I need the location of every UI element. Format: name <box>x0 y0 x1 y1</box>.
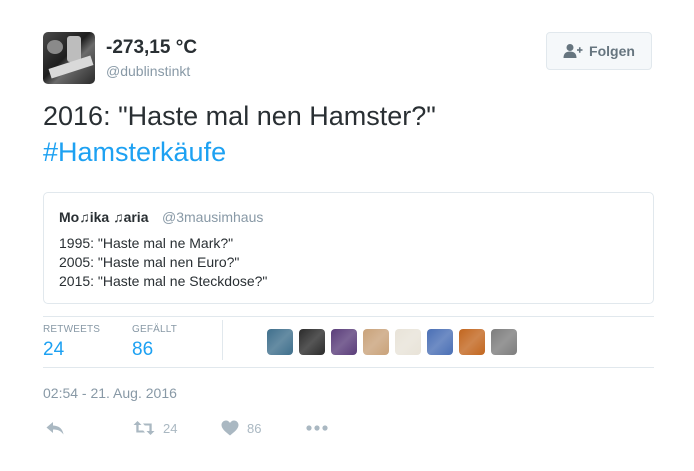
retweet-button[interactable]: 24 <box>133 418 177 438</box>
add-user-icon <box>563 43 583 59</box>
follow-button[interactable]: Folgen <box>546 32 652 70</box>
liker-avatar[interactable] <box>299 329 325 355</box>
author-avatar[interactable] <box>43 32 95 84</box>
tweet-timestamp[interactable]: 02:54 - 21. Aug. 2016 <box>43 385 177 401</box>
retweets-stat[interactable]: RETWEETS 24 <box>43 324 100 361</box>
quoted-text-line: 2015: "Haste mal ne Steckdose?" <box>59 273 268 289</box>
liker-avatar[interactable] <box>331 329 357 355</box>
likes-label: GEFÄLLT <box>132 324 178 335</box>
more-icon <box>306 425 328 431</box>
retweet-count: 24 <box>163 420 178 436</box>
stats-bottom-divider <box>43 367 654 368</box>
liker-avatar[interactable] <box>395 329 421 355</box>
quoted-text-line: 1995: "Haste mal ne Mark?" <box>59 235 234 251</box>
author-screen-name[interactable]: @dublinstinkt <box>106 63 190 79</box>
quoted-tweet[interactable]: Mo♫ika ♫aria @3mausimhaus 1995: "Haste m… <box>43 192 654 304</box>
hashtag-link[interactable]: #Hamsterkäufe <box>43 137 226 168</box>
quoted-author-handle: @3mausimhaus <box>162 209 264 225</box>
like-count: 86 <box>247 420 262 436</box>
more-button[interactable] <box>306 418 328 438</box>
liker-avatar[interactable] <box>427 329 453 355</box>
retweets-value: 24 <box>43 339 65 360</box>
reply-button[interactable] <box>45 418 65 438</box>
reply-icon <box>45 420 65 436</box>
tweet-text: 2016: "Haste mal nen Hamster?" <box>43 101 436 131</box>
liker-avatar[interactable] <box>491 329 517 355</box>
liker-avatar[interactable] <box>459 329 485 355</box>
follow-button-label: Folgen <box>589 43 635 59</box>
quoted-author-name: Mo♫ika ♫aria <box>59 209 149 225</box>
retweets-label: RETWEETS <box>43 324 101 335</box>
heart-icon <box>221 420 239 436</box>
liker-avatar[interactable] <box>363 329 389 355</box>
likes-stat[interactable]: GEFÄLLT 86 <box>132 324 177 361</box>
likes-value: 86 <box>132 339 154 360</box>
stats-top-divider <box>43 316 654 317</box>
stats-separator <box>222 320 223 360</box>
liker-avatar[interactable] <box>267 329 293 355</box>
author-display-name[interactable]: -273,15 °C <box>106 37 197 59</box>
retweet-icon <box>133 420 155 436</box>
quoted-text-line: 2005: "Haste mal nen Euro?" <box>59 254 240 270</box>
like-button[interactable]: 86 <box>221 418 261 438</box>
